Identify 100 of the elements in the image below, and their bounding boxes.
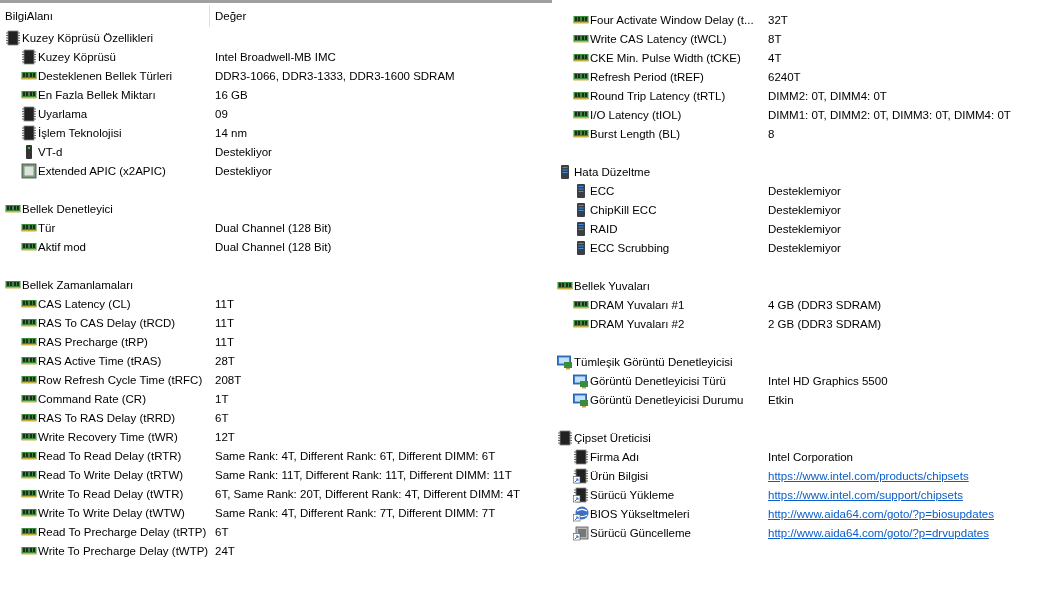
group-title[interactable]: Çipset Üreticisi [574, 431, 651, 444]
field-label[interactable]: BIOS Yükseltmeleri [590, 507, 690, 520]
url-link[interactable]: https://www.intel.com/products/chipsets [768, 469, 969, 482]
chip-icon [21, 48, 37, 65]
field-value: Etkin [768, 393, 794, 406]
field-label[interactable]: RAS Active Time (tRAS) [38, 354, 162, 367]
field-label[interactable]: CAS Latency (CL) [38, 297, 131, 310]
field-value: Desteklemiyor [768, 222, 841, 235]
group-title[interactable]: Kuzey Köprüsü Özellikleri [22, 31, 154, 44]
field-label[interactable]: Extended APIC (x2APIC) [38, 164, 166, 177]
field-value: 11T [215, 335, 234, 348]
field-value: Destekliyor [215, 145, 272, 158]
field-label[interactable]: DRAM Yuvaları #1 [590, 298, 685, 311]
field-value: Dual Channel (128 Bit) [215, 240, 332, 253]
field-label[interactable]: Sürücü Güncelleme [590, 526, 691, 539]
field-value: Same Rank: 4T, Different Rank: 6T, Different DIMM: 6T [215, 449, 496, 462]
column-header[interactable]: BilgiAlanı [0, 4, 210, 27]
field-value: Desteklemiyor [768, 241, 841, 254]
monitor-icon [573, 372, 589, 389]
chip-icon [557, 429, 573, 446]
field-label[interactable]: Write To Read Delay (tWTR) [38, 487, 184, 500]
field-label[interactable]: Refresh Period (tREF) [590, 70, 704, 83]
globe-shortcut-icon [573, 505, 589, 522]
group-title[interactable]: Tümleşik Görüntü Denetleyicisi [574, 355, 733, 368]
field-label[interactable]: DRAM Yuvaları #2 [590, 317, 685, 330]
field-label[interactable]: RAS Precharge (tRP) [38, 335, 148, 348]
field-value: 6T, Same Rank: 20T, Different Rank: 4T, Different DIMM: 4T [215, 487, 521, 500]
url-link[interactable]: https://www.intel.com/support/chipsets [768, 488, 963, 501]
field-label[interactable]: Kuzey Köprüsü [38, 50, 116, 63]
field-value: Destekliyor [215, 164, 272, 177]
field-label[interactable]: CKE Min. Pulse Width (tCKE) [590, 51, 741, 64]
chip-icon [21, 124, 37, 141]
field-label[interactable]: Round Trip Latency (tRTL) [590, 89, 726, 102]
field-label[interactable]: Aktif mod [38, 240, 86, 253]
field-value: 11T [215, 297, 234, 310]
field-value: 14 nm [215, 126, 247, 139]
chip-icon [21, 105, 37, 122]
field-label[interactable]: Read To Write Delay (tRTW) [38, 468, 184, 481]
field-label[interactable]: Sürücü Yükleme [590, 488, 675, 501]
field-label[interactable]: ECC Scrubbing [590, 241, 670, 254]
field-value: 4 GB (DDR3 SDRAM) [768, 298, 882, 311]
field-label[interactable]: Burst Length (BL) [590, 127, 681, 140]
field-value: 24T [215, 544, 235, 557]
url-link[interactable]: http://www.aida64.com/goto/?p=drvupdates [768, 526, 989, 539]
field-label[interactable]: Görüntü Denetleyicisi Durumu [590, 393, 744, 406]
field-value: 4T [768, 51, 782, 64]
field-value: DDR3-1066, DDR3-1333, DDR3-1600 SDRAM [215, 69, 455, 82]
field-value: Same Rank: 11T, Different Rank: 11T, Different DIMM: 11T [215, 468, 512, 481]
field-value: 09 [215, 107, 228, 120]
group-title[interactable]: Bellek Denetleyici [22, 202, 113, 215]
field-label[interactable]: Desteklenen Bellek Türleri [38, 69, 173, 82]
field-value: 28T [215, 354, 235, 367]
field-label[interactable]: Write To Precharge Delay (tWTP) [38, 544, 209, 557]
group-title[interactable]: Hata Düzeltme [574, 165, 651, 178]
field-label[interactable]: Row Refresh Cycle Time (tRFC) [38, 373, 203, 386]
monitor-icon [573, 391, 589, 408]
field-label[interactable]: Write Recovery Time (tWR) [38, 430, 178, 443]
field-label[interactable]: Ürün Bilgisi [590, 469, 649, 482]
chip-icon [573, 448, 589, 465]
field-label[interactable]: I/O Latency (tIOL) [590, 108, 682, 121]
field-label[interactable]: En Fazla Bellek Miktarı [38, 88, 156, 101]
processor-icon [21, 162, 37, 179]
field-value: Dual Channel (128 Bit) [215, 221, 332, 234]
field-label[interactable]: Görüntü Denetleyicisi Türü [590, 374, 726, 387]
field-value: Desteklemiyor [768, 184, 841, 197]
chip-shortcut-icon [573, 467, 589, 484]
field-label[interactable]: Uyarlama [38, 107, 88, 120]
field-value: 8T [768, 32, 782, 45]
field-label[interactable]: Read To Read Delay (tRTR) [38, 449, 182, 462]
field-label[interactable]: RAID [590, 222, 618, 235]
field-label[interactable]: RAS To CAS Delay (tRCD) [38, 316, 176, 329]
field-value: 8 [768, 127, 775, 140]
field-label[interactable]: ECC [590, 184, 615, 197]
monitor-icon [557, 353, 573, 370]
field-value: DIMM2: 0T, DIMM4: 0T [768, 89, 887, 102]
field-value: 16 GB [215, 88, 248, 101]
box-shortcut-icon [573, 524, 589, 541]
group-title[interactable]: Bellek Zamanlamaları [22, 278, 134, 291]
group-title[interactable]: Bellek Yuvaları [574, 279, 650, 292]
url-link[interactable]: http://www.aida64.com/goto/?p=biosupdates [768, 507, 994, 520]
field-label[interactable]: Four Activate Window Delay (t... [590, 13, 754, 26]
field-label[interactable]: ChipKill ECC [590, 203, 657, 216]
field-value: Same Rank: 4T, Different Rank: 7T, Different DIMM: 7T [215, 506, 496, 519]
field-value: 1T [215, 392, 229, 405]
field-label[interactable]: Firma Adı [590, 450, 640, 463]
field-label[interactable]: RAS To RAS Delay (tRRD) [38, 411, 176, 424]
field-label[interactable]: İşlem Teknolojisi [38, 126, 122, 139]
column-header[interactable]: Değer [210, 9, 247, 22]
field-value: 2 GB (DDR3 SDRAM) [768, 317, 882, 330]
field-value: Intel Corporation [768, 450, 854, 463]
field-value: 6240T [768, 70, 801, 83]
field-label[interactable]: Command Rate (CR) [38, 392, 146, 405]
field-value: Desteklemiyor [768, 203, 841, 216]
field-label[interactable]: Tür [38, 221, 56, 234]
field-value: DIMM1: 0T, DIMM2: 0T, DIMM3: 0T, DIMM4: 0T [768, 108, 1011, 121]
field-label[interactable]: Read To Precharge Delay (tRTP) [38, 525, 207, 538]
field-value: Intel Broadwell-MB IMC [215, 50, 336, 63]
field-label[interactable]: Write To Write Delay (tWTW) [38, 506, 185, 519]
field-label[interactable]: VT-d [38, 145, 63, 158]
field-label[interactable]: Write CAS Latency (tWCL) [590, 32, 727, 45]
